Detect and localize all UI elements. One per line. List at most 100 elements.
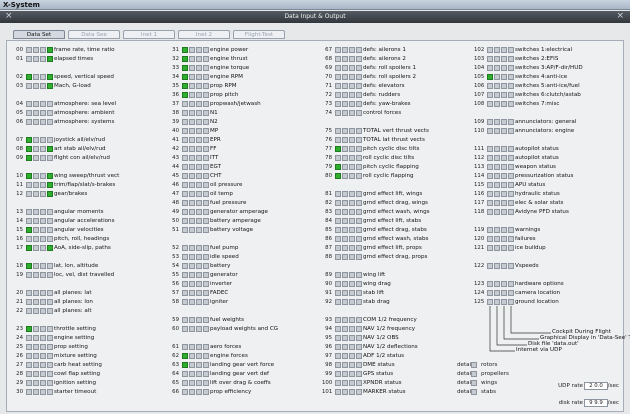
- data-see-checkbox[interactable]: [196, 83, 202, 89]
- internet-udp-checkbox[interactable]: [335, 218, 341, 224]
- tab-data-see[interactable]: Data See: [68, 30, 120, 39]
- data-see-checkbox[interactable]: [349, 299, 355, 305]
- cockpit-checkbox[interactable]: [203, 191, 209, 197]
- cockpit-checkbox[interactable]: [203, 317, 209, 323]
- data-see-checkbox[interactable]: [196, 281, 202, 287]
- cockpit-checkbox[interactable]: [356, 326, 362, 332]
- cockpit-checkbox[interactable]: [508, 173, 514, 179]
- data-see-checkbox[interactable]: [40, 335, 46, 341]
- disk-file-checkbox[interactable]: [189, 92, 195, 98]
- internet-udp-checkbox[interactable]: [182, 317, 188, 323]
- cockpit-checkbox[interactable]: [356, 65, 362, 71]
- internet-udp-checkbox[interactable]: [335, 191, 341, 197]
- cockpit-checkbox[interactable]: [47, 191, 53, 197]
- internet-udp-checkbox[interactable]: [26, 137, 32, 143]
- data-see-checkbox[interactable]: [40, 209, 46, 215]
- udp-rate-input[interactable]: 2 0.0: [584, 382, 608, 390]
- data-see-checkbox[interactable]: [40, 362, 46, 368]
- cockpit-checkbox[interactable]: [356, 47, 362, 53]
- internet-udp-checkbox[interactable]: [26, 110, 32, 116]
- internet-udp-checkbox[interactable]: [182, 137, 188, 143]
- data-see-checkbox[interactable]: [349, 254, 355, 260]
- internet-udp-checkbox[interactable]: [335, 317, 341, 323]
- cockpit-checkbox[interactable]: [356, 83, 362, 89]
- internet-udp-checkbox[interactable]: [487, 290, 493, 296]
- data-see-checkbox[interactable]: [196, 155, 202, 161]
- cockpit-checkbox[interactable]: [203, 371, 209, 377]
- data-see-checkbox[interactable]: [40, 371, 46, 377]
- disk-file-checkbox[interactable]: [33, 290, 39, 296]
- data-see-checkbox[interactable]: [40, 101, 46, 107]
- data-see-checkbox[interactable]: [196, 218, 202, 224]
- internet-udp-checkbox[interactable]: [26, 380, 32, 386]
- cockpit-checkbox[interactable]: [203, 227, 209, 233]
- data-see-checkbox[interactable]: [349, 380, 355, 386]
- internet-udp-checkbox[interactable]: [335, 326, 341, 332]
- data-see-checkbox[interactable]: [196, 389, 202, 395]
- internet-udp-checkbox[interactable]: [182, 344, 188, 350]
- disk-file-checkbox[interactable]: [189, 191, 195, 197]
- internet-udp-checkbox[interactable]: [26, 209, 32, 215]
- data-see-checkbox[interactable]: [196, 344, 202, 350]
- disk-file-checkbox[interactable]: [342, 164, 348, 170]
- data-see-checkbox[interactable]: [40, 110, 46, 116]
- internet-udp-checkbox[interactable]: [26, 353, 32, 359]
- data-see-checkbox[interactable]: [349, 290, 355, 296]
- cockpit-checkbox[interactable]: [356, 128, 362, 134]
- cockpit-checkbox[interactable]: [356, 317, 362, 323]
- internet-udp-checkbox[interactable]: [335, 92, 341, 98]
- disk-file-checkbox[interactable]: [33, 173, 39, 179]
- internet-udp-checkbox[interactable]: [335, 389, 341, 395]
- disk-file-checkbox[interactable]: [494, 290, 500, 296]
- data-see-checkbox[interactable]: [349, 245, 355, 251]
- disk-file-checkbox[interactable]: [494, 83, 500, 89]
- cockpit-checkbox[interactable]: [203, 155, 209, 161]
- data-see-checkbox[interactable]: [196, 326, 202, 332]
- data-see-checkbox[interactable]: [196, 101, 202, 107]
- detail-propellers-checkbox[interactable]: [471, 371, 477, 377]
- data-see-checkbox[interactable]: [501, 236, 507, 242]
- disk-file-checkbox[interactable]: [342, 137, 348, 143]
- cockpit-checkbox[interactable]: [47, 344, 53, 350]
- internet-udp-checkbox[interactable]: [335, 65, 341, 71]
- internet-udp-checkbox[interactable]: [26, 299, 32, 305]
- data-see-checkbox[interactable]: [501, 65, 507, 71]
- data-see-checkbox[interactable]: [501, 83, 507, 89]
- disk-file-checkbox[interactable]: [189, 227, 195, 233]
- internet-udp-checkbox[interactable]: [335, 272, 341, 278]
- data-see-checkbox[interactable]: [501, 155, 507, 161]
- data-see-checkbox[interactable]: [501, 227, 507, 233]
- data-see-checkbox[interactable]: [196, 56, 202, 62]
- cockpit-checkbox[interactable]: [47, 173, 53, 179]
- internet-udp-checkbox[interactable]: [26, 227, 32, 233]
- data-see-checkbox[interactable]: [40, 56, 46, 62]
- data-see-checkbox[interactable]: [196, 191, 202, 197]
- cockpit-checkbox[interactable]: [203, 254, 209, 260]
- data-see-checkbox[interactable]: [349, 92, 355, 98]
- data-see-checkbox[interactable]: [501, 209, 507, 215]
- disk-file-checkbox[interactable]: [342, 56, 348, 62]
- cockpit-checkbox[interactable]: [47, 245, 53, 251]
- internet-udp-checkbox[interactable]: [487, 119, 493, 125]
- internet-udp-checkbox[interactable]: [182, 155, 188, 161]
- disk-file-checkbox[interactable]: [342, 155, 348, 161]
- internet-udp-checkbox[interactable]: [182, 83, 188, 89]
- internet-udp-checkbox[interactable]: [26, 236, 32, 242]
- cockpit-checkbox[interactable]: [203, 263, 209, 269]
- data-see-checkbox[interactable]: [196, 263, 202, 269]
- data-see-checkbox[interactable]: [196, 371, 202, 377]
- internet-udp-checkbox[interactable]: [182, 389, 188, 395]
- disk-file-checkbox[interactable]: [342, 362, 348, 368]
- internet-udp-checkbox[interactable]: [182, 263, 188, 269]
- cockpit-checkbox[interactable]: [508, 290, 514, 296]
- data-see-checkbox[interactable]: [196, 65, 202, 71]
- cockpit-checkbox[interactable]: [47, 371, 53, 377]
- disk-file-checkbox[interactable]: [342, 245, 348, 251]
- internet-udp-checkbox[interactable]: [335, 353, 341, 359]
- data-see-checkbox[interactable]: [196, 146, 202, 152]
- internet-udp-checkbox[interactable]: [182, 119, 188, 125]
- disk-file-checkbox[interactable]: [189, 209, 195, 215]
- disk-file-checkbox[interactable]: [33, 245, 39, 251]
- cockpit-checkbox[interactable]: [47, 209, 53, 215]
- disk-file-checkbox[interactable]: [189, 362, 195, 368]
